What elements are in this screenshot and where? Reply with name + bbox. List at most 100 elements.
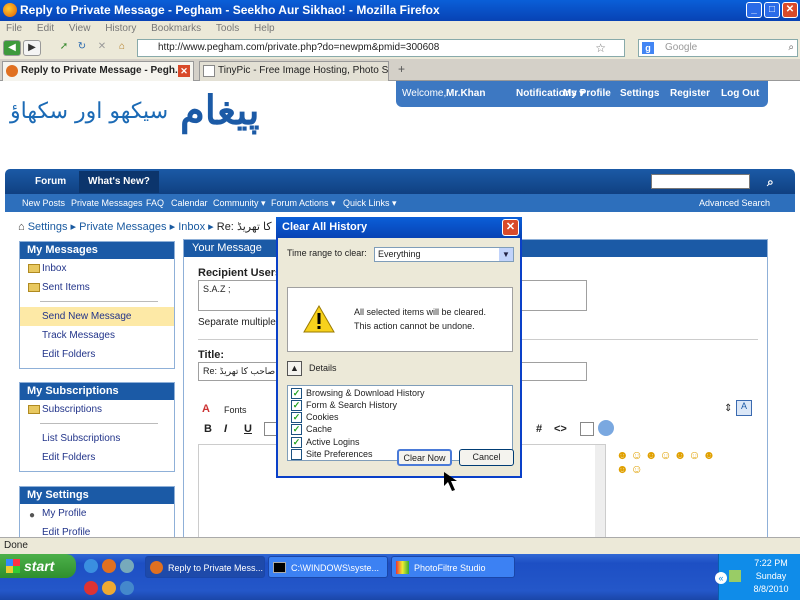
site-search-input[interactable] — [651, 174, 750, 189]
minimize-button[interactable]: _ — [746, 2, 762, 18]
breadcrumb-inbox[interactable]: Inbox — [178, 221, 205, 233]
subnav-new-posts[interactable]: New Posts — [22, 194, 65, 212]
subnav-faq[interactable]: FAQ — [146, 194, 164, 212]
advanced-search-link[interactable]: Advanced Search — [699, 194, 770, 212]
checkbox-cookies[interactable]: ✓ — [291, 412, 302, 423]
new-tab-button[interactable]: + — [398, 62, 405, 76]
clear-now-button[interactable]: Clear Now — [397, 449, 452, 466]
dialog-close-button[interactable]: ✕ — [502, 219, 519, 236]
tray-icon[interactable] — [729, 570, 741, 582]
sidebar-item-edit-folders[interactable]: Edit Folders — [20, 448, 174, 467]
checkbox-cache[interactable]: ✓ — [291, 424, 302, 435]
start-button[interactable]: start — [0, 554, 76, 578]
checkbox-active-logins[interactable]: ✓ — [291, 437, 302, 448]
menu-bookmarks[interactable]: Bookmarks — [151, 23, 201, 34]
font-select[interactable]: Fonts — [224, 405, 247, 415]
task-label: PhotoFiltre Studio — [414, 563, 486, 573]
task-photofiltre[interactable]: PhotoFiltre Studio — [391, 556, 515, 578]
username-link[interactable]: Mr.Khan — [446, 81, 485, 107]
sidebar-item-inbox[interactable]: Inbox — [20, 259, 174, 278]
maximize-button[interactable]: □ — [764, 2, 780, 18]
search-icon[interactable]: ⌕ — [788, 40, 794, 56]
back-button[interactable]: ◀ — [3, 40, 21, 56]
url-bar[interactable]: http://www.pegham.com/private.php?do=new… — [137, 39, 625, 57]
tab-tinypic[interactable]: TinyPic - Free Image Hosting, Photo Sh..… — [199, 61, 389, 81]
textarea-scrollbar[interactable] — [595, 445, 605, 537]
sidebar-item-track-messages[interactable]: Track Messages — [20, 326, 174, 345]
reload-icon[interactable]: ↻ — [73, 40, 91, 56]
bookmark-star-icon[interactable]: ☆ — [595, 40, 606, 56]
sidebar-item-sent-items[interactable]: Sent Items — [20, 278, 174, 297]
subnav-private-messages[interactable]: Private Messages — [71, 194, 143, 212]
quicklaunch-icon[interactable] — [102, 581, 116, 595]
php-icon[interactable] — [580, 422, 594, 436]
menu-file[interactable]: File — [6, 23, 22, 34]
cancel-button[interactable]: Cancel — [459, 449, 514, 466]
clock-time[interactable]: 7:22 PM — [743, 557, 799, 570]
logout-link[interactable]: Log Out — [721, 81, 759, 107]
quicklaunch-icon[interactable] — [120, 581, 134, 595]
settings-link[interactable]: Settings — [620, 81, 659, 107]
whats-new-tab[interactable]: What's New? — [79, 171, 159, 193]
menu-edit[interactable]: Edit — [37, 23, 54, 34]
sidebar-item-list-subscriptions[interactable]: List Subscriptions — [20, 429, 174, 448]
ie-icon[interactable] — [84, 559, 98, 573]
underline-button[interactable]: U — [244, 423, 252, 435]
close-window-button[interactable]: ✕ — [782, 2, 798, 18]
expand-tray-icon[interactable]: « — [715, 572, 727, 584]
subnav-calendar[interactable]: Calendar — [171, 194, 208, 212]
checkbox-browsing-history[interactable]: ✓ — [291, 388, 302, 399]
checkbox-form-history[interactable]: ✓ — [291, 400, 302, 411]
sidebar-item-send-new-message[interactable]: Send New Message — [20, 307, 174, 326]
smilies-panel[interactable]: ☻☺☻☺☻☺☻ ☻☺ — [616, 448, 717, 476]
site-search-icon[interactable]: ⌕ — [767, 169, 774, 195]
menu-history[interactable]: History — [105, 23, 136, 34]
hash-icon[interactable]: # — [536, 423, 542, 435]
checkbox-label: Site Preferences — [306, 449, 373, 459]
home-icon[interactable]: ⌂ — [18, 221, 25, 233]
breadcrumb-private-messages[interactable]: Private Messages — [79, 221, 166, 233]
bookmark-arrow-icon[interactable]: ➚ — [55, 40, 73, 56]
code-icon[interactable]: <> — [554, 423, 567, 435]
resize-icon[interactable]: ⇕ — [724, 403, 732, 414]
tab-close-icon[interactable]: ✕ — [178, 65, 190, 77]
checkbox-site-preferences[interactable] — [291, 449, 302, 460]
forum-tab[interactable]: Forum — [35, 169, 66, 195]
media-icon[interactable] — [120, 559, 134, 573]
forward-button[interactable]: ▶ — [23, 40, 41, 56]
sidebar-item-label: Edit Folders — [42, 452, 96, 463]
italic-button[interactable]: I — [224, 423, 227, 435]
breadcrumb-settings[interactable]: Settings — [28, 221, 68, 233]
sidebar-item-label: Inbox — [42, 263, 67, 274]
register-link[interactable]: Register — [670, 81, 710, 107]
menu-view[interactable]: View — [69, 23, 91, 34]
tab-bar: Reply to Private Message - Pegh... ✕ Tin… — [0, 59, 800, 81]
task-firefox[interactable]: Reply to Private Mess... — [145, 556, 265, 578]
home-icon[interactable]: ⌂ — [113, 40, 131, 56]
subnav-forum-actions[interactable]: Forum Actions ▾ — [271, 194, 336, 212]
my-profile-link[interactable]: My Profile — [563, 81, 611, 107]
bold-button[interactable]: B — [204, 423, 212, 435]
site-logo[interactable]: سیکھو اور سکھاؤ پیغام — [10, 87, 280, 151]
subnav-quick-links[interactable]: Quick Links ▾ — [343, 194, 397, 212]
task-cmd[interactable]: C:\WINDOWS\syste... — [268, 556, 388, 578]
subnav-community[interactable]: Community ▾ — [213, 194, 266, 212]
switch-editor-icon[interactable]: A — [736, 400, 752, 416]
menu-help[interactable]: Help — [254, 23, 275, 34]
spellcheck-icon[interactable] — [598, 420, 614, 436]
mouse-cursor-icon — [444, 472, 457, 491]
menu-tools[interactable]: Tools — [216, 23, 239, 34]
tab-reply-private-message[interactable]: Reply to Private Message - Pegh... ✕ — [2, 61, 194, 81]
sidebar-item-edit-folders[interactable]: Edit Folders — [20, 345, 174, 364]
sidebar-item-edit-profile[interactable]: Edit Profile — [20, 523, 174, 537]
search-input[interactable]: g Google ⌕ — [638, 39, 798, 57]
tab-label: TinyPic - Free Image Hosting, Photo Sh..… — [218, 65, 389, 76]
welcome-text: Welcome, — [402, 88, 447, 99]
details-toggle-button[interactable]: ▲ — [287, 361, 302, 376]
stop-icon[interactable]: ✕ — [93, 40, 111, 56]
sidebar-item-my-profile[interactable]: ● My Profile — [20, 504, 174, 523]
quicklaunch-icon[interactable] — [84, 581, 98, 595]
sidebar-item-subscriptions[interactable]: Subscriptions — [20, 400, 174, 419]
firefox-quicklaunch-icon[interactable] — [102, 559, 116, 573]
time-range-select[interactable]: Everything ▼ — [374, 247, 514, 262]
